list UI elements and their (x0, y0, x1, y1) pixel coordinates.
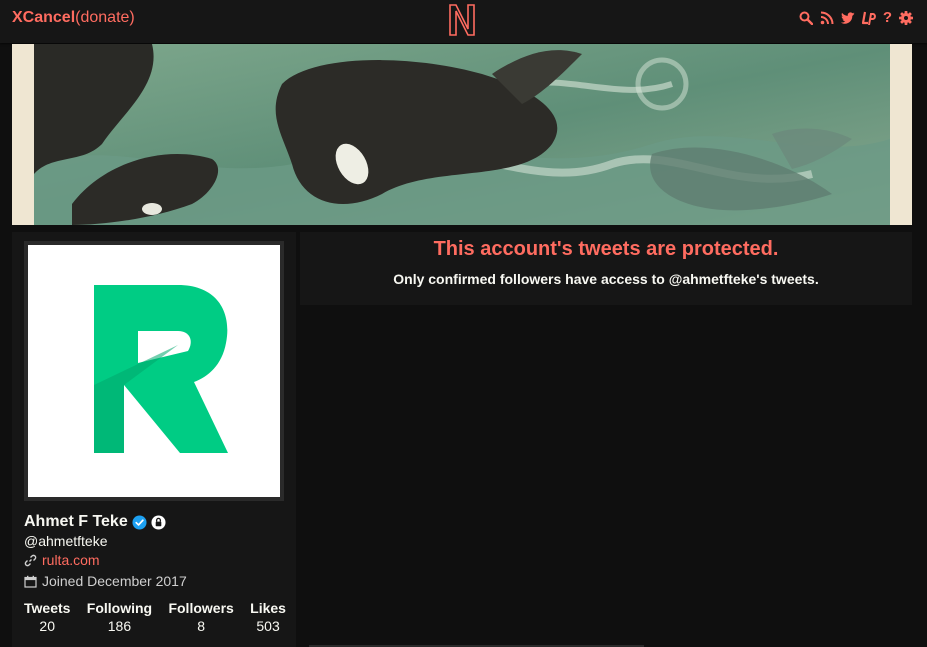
stat-value: 20 (39, 618, 55, 634)
donate-link[interactable]: (donate) (75, 9, 135, 26)
protected-title: This account's tweets are protected. (433, 238, 779, 260)
profile-website: rulta.com (24, 552, 100, 568)
stat-label: Following (86, 600, 153, 616)
stat-label: Followers (168, 600, 234, 616)
profile-card: Ahmet F Teke @ahmetfteke rulta.com Joine… (12, 232, 296, 647)
top-navbar: XCancel(donate) ? (0, 0, 927, 43)
stat-following: Following 186 (87, 599, 152, 635)
gear-icon[interactable] (899, 11, 913, 25)
stat-value: 186 (107, 618, 132, 634)
brand-name[interactable]: XCancel (12, 9, 75, 26)
stat-value: 503 (256, 618, 280, 634)
rulta-logo-icon (94, 285, 228, 453)
avatar-image (28, 245, 280, 497)
profile-stats: Tweets 20 Following 186 Followers 8 Like… (24, 599, 286, 635)
stat-value: 8 (197, 618, 206, 634)
brand-link[interactable]: XCancel(donate) (12, 9, 135, 27)
profile-fullname[interactable]: Ahmet F Teke (24, 513, 166, 531)
profile-banner[interactable] (12, 44, 912, 225)
verified-icon (132, 514, 147, 530)
liberapay-icon[interactable] (861, 11, 876, 25)
avatar[interactable] (24, 241, 284, 501)
joined-text: Joined December 2017 (42, 573, 187, 589)
banner-image (12, 44, 912, 225)
profile-joindate: Joined December 2017 (24, 573, 187, 589)
protected-notice: This account's tweets are protected. Onl… (300, 232, 912, 305)
rss-icon[interactable] (820, 11, 834, 25)
stat-followers: Followers 8 (168, 599, 233, 635)
search-icon[interactable] (799, 11, 813, 25)
stat-likes: Likes 503 (250, 599, 286, 635)
stat-tweets: Tweets 20 (24, 599, 70, 635)
calendar-icon (24, 575, 37, 588)
protected-message: Only confirmed followers have access to … (393, 271, 819, 287)
website-link[interactable]: rulta.com (42, 552, 100, 568)
nav-icon-group: ? (799, 10, 913, 26)
stat-label: Tweets (24, 600, 71, 616)
site-logo-icon[interactable] (447, 3, 477, 37)
profile-username[interactable]: @ahmetfteke (24, 533, 107, 549)
stat-label: Likes (250, 600, 286, 616)
twitter-icon[interactable] (840, 11, 855, 25)
help-icon[interactable]: ? (883, 10, 892, 26)
link-icon (24, 554, 37, 566)
fullname-text[interactable]: Ahmet F Teke (24, 513, 128, 531)
lock-icon (151, 514, 166, 530)
